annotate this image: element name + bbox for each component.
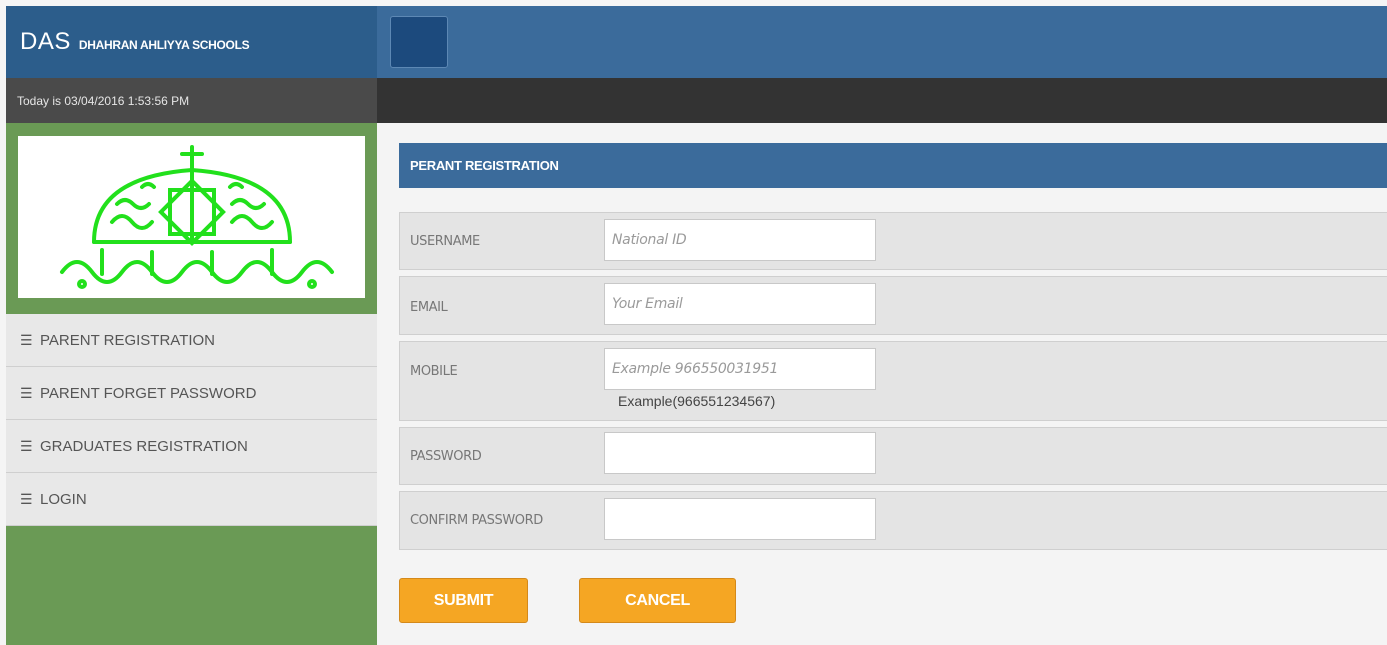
sidebar-item-label: GRADUATES REGISTRATION [40,437,248,455]
date-bar-right [377,78,1387,123]
brand-abbreviation: DAS [20,28,71,55]
form-title: PERANT REGISTRATION [399,143,1387,188]
mobile-input[interactable] [604,348,876,390]
sidebar-item-label: PARENT FORGET PASSWORD [40,384,257,402]
email-input[interactable] [604,283,876,325]
hamburger-icon: ☰ [20,490,33,507]
sidebar-item-label: LOGIN [40,490,87,508]
confirm-password-label: CONFIRM PASSWORD [410,513,543,528]
sidebar-item-parent-forget-password[interactable]: ☰ PARENT FORGET PASSWORD [6,367,377,420]
cancel-button[interactable]: CANCEL [579,578,736,623]
sidebar: ☰ PARENT REGISTRATION ☰ PARENT FORGET PA… [6,123,377,645]
brand-name: DHAHRAN AHLIYYA SCHOOLS [78,38,250,52]
sidebar-item-parent-registration[interactable]: ☰ PARENT REGISTRATION [6,314,377,367]
username-label: USERNAME [410,234,480,249]
email-row: EMAIL [399,276,1387,335]
school-logo-emblem [59,145,334,289]
hamburger-icon: ☰ [20,384,33,401]
sidebar-item-graduates-registration[interactable]: ☰ GRADUATES REGISTRATION [6,420,377,473]
mobile-row: MOBILE Example(966551234567) [399,341,1387,421]
current-date-text: Today is 03/04/2016 1:53:56 PM [17,93,190,108]
confirm-password-row: CONFIRM PASSWORD [399,491,1387,550]
email-label: EMAIL [410,300,448,315]
menu-toggle-button[interactable] [390,16,448,68]
sidebar-nav: ☰ PARENT REGISTRATION ☰ PARENT FORGET PA… [6,314,377,526]
password-row: PASSWORD [399,427,1387,485]
password-label: PASSWORD [410,449,482,464]
confirm-password-input[interactable] [604,498,876,540]
submit-button[interactable]: SUBMIT [399,578,528,623]
brand-header: DAS DHAHRAN AHLIYYA SCHOOLS [6,6,377,78]
mobile-hint: Example(966551234567) [618,393,776,409]
username-row: USERNAME [399,212,1387,270]
hamburger-icon: ☰ [20,437,33,454]
password-input[interactable] [604,432,876,474]
hamburger-icon: ☰ [20,331,33,348]
sidebar-item-label: PARENT REGISTRATION [40,331,216,349]
school-logo [18,136,365,298]
main-content: PERANT REGISTRATION USERNAME EMAIL MOBIL… [377,123,1387,645]
sidebar-item-login[interactable]: ☰ LOGIN [6,473,377,526]
date-bar: Today is 03/04/2016 1:53:56 PM [6,78,377,123]
mobile-label: MOBILE [410,364,458,379]
username-input[interactable] [604,219,876,261]
top-bar [377,6,1387,78]
